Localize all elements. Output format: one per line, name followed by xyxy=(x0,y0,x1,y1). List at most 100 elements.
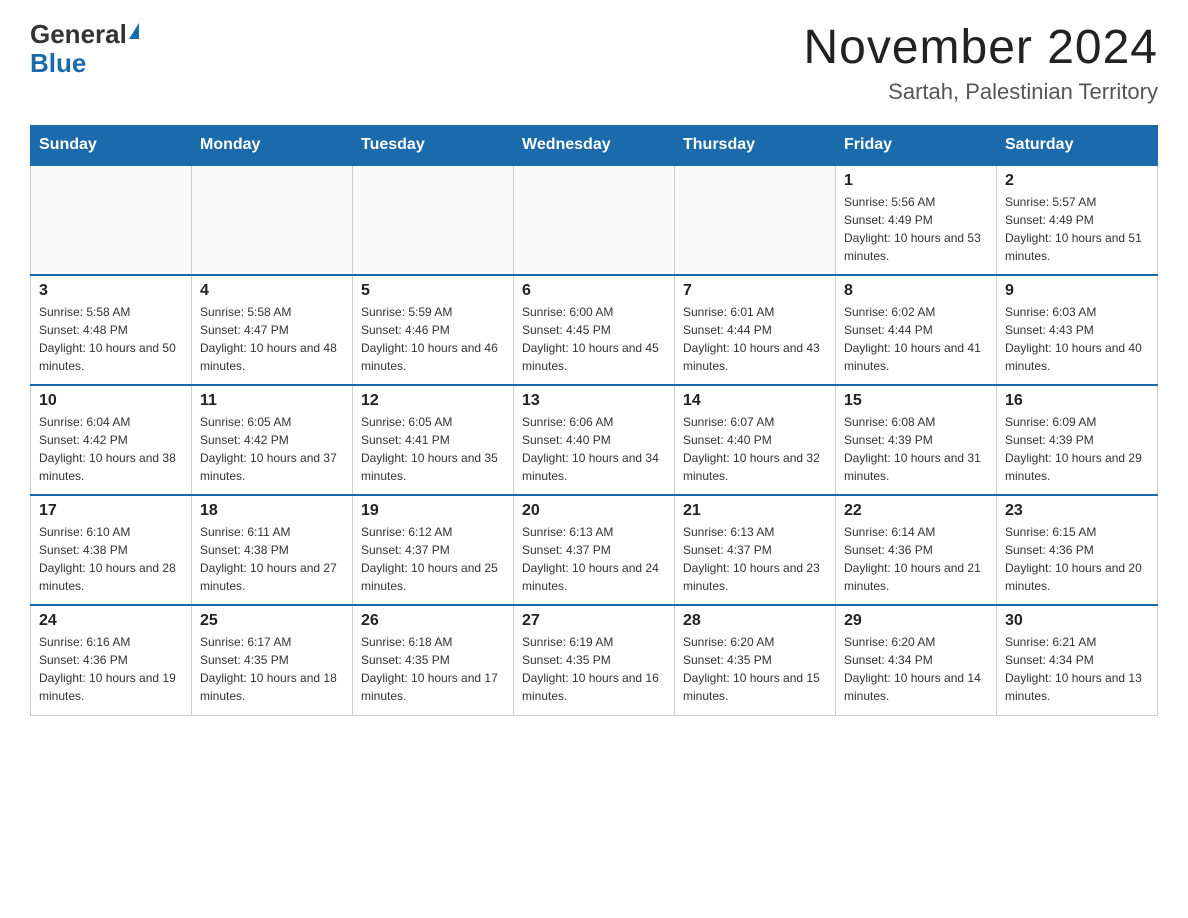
day-info: Sunrise: 6:16 AMSunset: 4:36 PMDaylight:… xyxy=(39,633,183,705)
day-info: Sunrise: 6:13 AMSunset: 4:37 PMDaylight:… xyxy=(522,523,666,595)
day-info: Sunrise: 5:58 AMSunset: 4:48 PMDaylight:… xyxy=(39,303,183,375)
day-number: 19 xyxy=(361,502,505,520)
day-info: Sunrise: 6:18 AMSunset: 4:35 PMDaylight:… xyxy=(361,633,505,705)
day-cell: 14Sunrise: 6:07 AMSunset: 4:40 PMDayligh… xyxy=(675,385,836,495)
day-info: Sunrise: 6:13 AMSunset: 4:37 PMDaylight:… xyxy=(683,523,827,595)
day-number: 3 xyxy=(39,282,183,300)
day-number: 27 xyxy=(522,612,666,630)
header-cell-sunday: Sunday xyxy=(31,126,192,166)
day-cell: 16 Sunrise: 6:09 AMSunset: 4:39 PMDayligh… xyxy=(997,385,1158,495)
day-cell: 5 Sunrise: 5:59 AMSunset: 4:46 PMDaylight… xyxy=(353,275,514,385)
logo: General Blue xyxy=(30,20,139,77)
day-info: Sunrise: 6:12 AMSunset: 4:37 PMDaylight:… xyxy=(361,523,505,595)
day-info: Sunrise: 6:07 AMSunset: 4:40 PMDaylight:… xyxy=(683,413,827,485)
day-number: 7 xyxy=(683,282,827,300)
day-info: Sunrise: 6:00 AMSunset: 4:45 PMDaylight:… xyxy=(522,303,666,375)
week-row-1: 1 Sunrise: 5:56 AMSunset: 4:49 PMDaylight… xyxy=(31,165,1158,275)
day-cell: 19 Sunrise: 6:12 AMSunset: 4:37 PMDayligh… xyxy=(353,495,514,605)
header-cell-saturday: Saturday xyxy=(997,126,1158,166)
day-cell: 28Sunrise: 6:20 AMSunset: 4:35 PMDayligh… xyxy=(675,605,836,715)
day-info: Sunrise: 6:10 AMSunset: 4:38 PMDaylight:… xyxy=(39,523,183,595)
day-cell: 11 Sunrise: 6:05 AMSunset: 4:42 PMDayligh… xyxy=(192,385,353,495)
day-info: Sunrise: 6:21 AMSunset: 4:34 PMDaylight:… xyxy=(1005,633,1149,705)
day-info: Sunrise: 5:59 AMSunset: 4:46 PMDaylight:… xyxy=(361,303,505,375)
day-number: 13 xyxy=(522,392,666,410)
day-number: 6 xyxy=(522,282,666,300)
day-info: Sunrise: 6:11 AMSunset: 4:38 PMDaylight:… xyxy=(200,523,344,595)
day-cell xyxy=(514,165,675,275)
logo-triangle-icon xyxy=(129,23,139,39)
day-cell: 21 Sunrise: 6:13 AMSunset: 4:37 PMDayligh… xyxy=(675,495,836,605)
day-number: 21 xyxy=(683,502,827,520)
header-cell-monday: Monday xyxy=(192,126,353,166)
header-row: SundayMondayTuesdayWednesdayThursdayFrid… xyxy=(31,126,1158,166)
logo-blue: Blue xyxy=(30,48,86,78)
day-cell xyxy=(353,165,514,275)
day-number: 20 xyxy=(522,502,666,520)
day-cell: 1 Sunrise: 5:56 AMSunset: 4:49 PMDaylight… xyxy=(836,165,997,275)
day-number: 8 xyxy=(844,282,988,300)
day-cell: 17 Sunrise: 6:10 AMSunset: 4:38 PMDayligh… xyxy=(31,495,192,605)
day-number: 15 xyxy=(844,392,988,410)
day-cell: 20 Sunrise: 6:13 AMSunset: 4:37 PMDayligh… xyxy=(514,495,675,605)
day-cell: 25Sunrise: 6:17 AMSunset: 4:35 PMDayligh… xyxy=(192,605,353,715)
day-info: Sunrise: 6:05 AMSunset: 4:41 PMDaylight:… xyxy=(361,413,505,485)
day-number: 16 xyxy=(1005,392,1149,410)
day-cell: 6 Sunrise: 6:00 AMSunset: 4:45 PMDaylight… xyxy=(514,275,675,385)
logo-general: General xyxy=(30,20,127,49)
week-row-4: 17 Sunrise: 6:10 AMSunset: 4:38 PMDayligh… xyxy=(31,495,1158,605)
day-info: Sunrise: 5:57 AMSunset: 4:49 PMDaylight:… xyxy=(1005,193,1149,265)
day-number: 9 xyxy=(1005,282,1149,300)
day-number: 30 xyxy=(1005,612,1149,630)
day-number: 5 xyxy=(361,282,505,300)
calendar-title: November 2024 xyxy=(803,20,1158,75)
day-number: 1 xyxy=(844,172,988,190)
day-cell: 24Sunrise: 6:16 AMSunset: 4:36 PMDayligh… xyxy=(31,605,192,715)
day-cell xyxy=(675,165,836,275)
day-info: Sunrise: 5:56 AMSunset: 4:49 PMDaylight:… xyxy=(844,193,988,265)
week-row-2: 3 Sunrise: 5:58 AMSunset: 4:48 PMDaylight… xyxy=(31,275,1158,385)
day-info: Sunrise: 6:14 AMSunset: 4:36 PMDaylight:… xyxy=(844,523,988,595)
day-cell: 26Sunrise: 6:18 AMSunset: 4:35 PMDayligh… xyxy=(353,605,514,715)
day-cell: 8 Sunrise: 6:02 AMSunset: 4:44 PMDaylight… xyxy=(836,275,997,385)
day-cell: 12 Sunrise: 6:05 AMSunset: 4:41 PMDayligh… xyxy=(353,385,514,495)
day-cell xyxy=(192,165,353,275)
day-number: 12 xyxy=(361,392,505,410)
day-info: Sunrise: 6:02 AMSunset: 4:44 PMDaylight:… xyxy=(844,303,988,375)
day-number: 29 xyxy=(844,612,988,630)
week-row-5: 24Sunrise: 6:16 AMSunset: 4:36 PMDayligh… xyxy=(31,605,1158,715)
header-cell-wednesday: Wednesday xyxy=(514,126,675,166)
day-info: Sunrise: 6:19 AMSunset: 4:35 PMDaylight:… xyxy=(522,633,666,705)
calendar-table: SundayMondayTuesdayWednesdayThursdayFrid… xyxy=(30,125,1158,716)
day-number: 18 xyxy=(200,502,344,520)
day-info: Sunrise: 6:05 AMSunset: 4:42 PMDaylight:… xyxy=(200,413,344,485)
day-info: Sunrise: 6:03 AMSunset: 4:43 PMDaylight:… xyxy=(1005,303,1149,375)
title-area: November 2024 Sartah, Palestinian Territ… xyxy=(803,20,1158,105)
day-cell: 9 Sunrise: 6:03 AMSunset: 4:43 PMDaylight… xyxy=(997,275,1158,385)
header-cell-thursday: Thursday xyxy=(675,126,836,166)
day-number: 22 xyxy=(844,502,988,520)
week-row-3: 10Sunrise: 6:04 AMSunset: 4:42 PMDayligh… xyxy=(31,385,1158,495)
day-info: Sunrise: 6:20 AMSunset: 4:34 PMDaylight:… xyxy=(844,633,988,705)
day-cell: 13 Sunrise: 6:06 AMSunset: 4:40 PMDayligh… xyxy=(514,385,675,495)
day-info: Sunrise: 6:09 AMSunset: 4:39 PMDaylight:… xyxy=(1005,413,1149,485)
day-info: Sunrise: 6:06 AMSunset: 4:40 PMDaylight:… xyxy=(522,413,666,485)
day-cell: 7Sunrise: 6:01 AMSunset: 4:44 PMDaylight… xyxy=(675,275,836,385)
day-info: Sunrise: 6:15 AMSunset: 4:36 PMDaylight:… xyxy=(1005,523,1149,595)
day-cell: 30 Sunrise: 6:21 AMSunset: 4:34 PMDayligh… xyxy=(997,605,1158,715)
day-number: 10 xyxy=(39,392,183,410)
day-cell: 2 Sunrise: 5:57 AMSunset: 4:49 PMDaylight… xyxy=(997,165,1158,275)
day-number: 2 xyxy=(1005,172,1149,190)
day-info: Sunrise: 6:17 AMSunset: 4:35 PMDaylight:… xyxy=(200,633,344,705)
day-cell: 27 Sunrise: 6:19 AMSunset: 4:35 PMDayligh… xyxy=(514,605,675,715)
day-number: 4 xyxy=(200,282,344,300)
day-number: 11 xyxy=(200,392,344,410)
calendar-subtitle: Sartah, Palestinian Territory xyxy=(803,79,1158,105)
header-cell-friday: Friday xyxy=(836,126,997,166)
header: General Blue November 2024 Sartah, Pales… xyxy=(30,20,1158,105)
day-number: 28 xyxy=(683,612,827,630)
day-number: 17 xyxy=(39,502,183,520)
day-info: Sunrise: 6:08 AMSunset: 4:39 PMDaylight:… xyxy=(844,413,988,485)
day-cell: 10Sunrise: 6:04 AMSunset: 4:42 PMDayligh… xyxy=(31,385,192,495)
header-cell-tuesday: Tuesday xyxy=(353,126,514,166)
